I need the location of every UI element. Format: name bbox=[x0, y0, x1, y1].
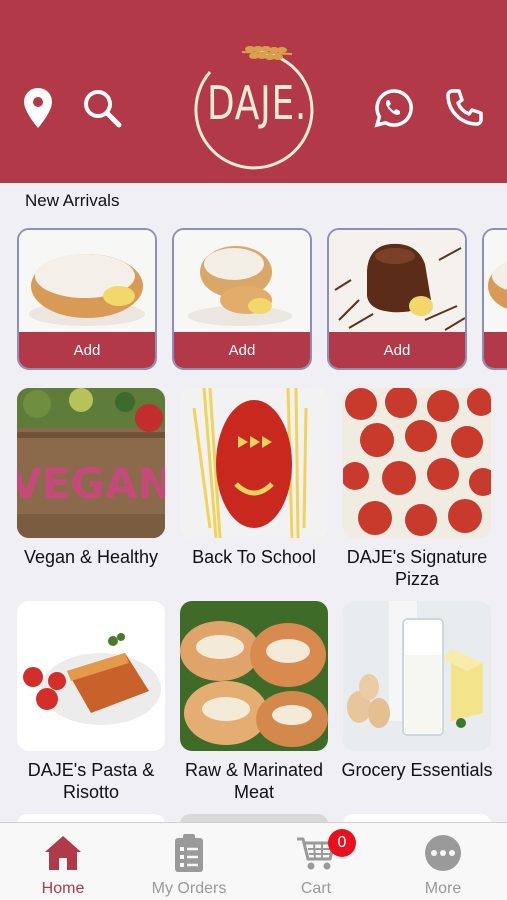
phone-icon bbox=[446, 89, 483, 126]
new-arrivals-title: New Arrivals bbox=[25, 191, 120, 210]
product-card[interactable]: Add bbox=[327, 228, 467, 370]
product-image bbox=[484, 230, 507, 334]
product-image bbox=[174, 230, 310, 334]
category-label: DAJE's Pasta & Risotto bbox=[27, 760, 155, 802]
category-raw-marinated-meat[interactable]: Raw & Marinated Meat bbox=[180, 601, 330, 802]
category-image bbox=[343, 601, 491, 751]
category-signature-pizza[interactable]: DAJE's Signature Pizza bbox=[343, 388, 493, 589]
new-arrivals-carousel[interactable]: Add Add Add bbox=[0, 226, 507, 372]
product-image bbox=[329, 230, 465, 334]
add-button[interactable]: Add bbox=[19, 332, 155, 368]
home-icon bbox=[43, 833, 83, 873]
category-image bbox=[180, 601, 328, 751]
location-pin-icon bbox=[24, 88, 52, 128]
category-grocery-essentials[interactable]: Grocery Essentials bbox=[341, 601, 493, 780]
category-image: VEGAN bbox=[17, 388, 165, 538]
tab-my-orders[interactable]: My Orders bbox=[126, 823, 252, 900]
category-label: DAJE's Signature Pizza bbox=[346, 547, 488, 589]
product-image bbox=[19, 230, 155, 334]
category-image bbox=[17, 601, 165, 751]
svg-text:VEGAN: VEGAN bbox=[17, 459, 165, 508]
category-label: Grocery Essentials bbox=[341, 760, 493, 780]
tab-label: More bbox=[424, 880, 462, 897]
add-button[interactable] bbox=[484, 332, 507, 368]
app-header: DAJE. bbox=[0, 0, 507, 183]
category-label: Back To School bbox=[192, 547, 316, 567]
tab-label: My Orders bbox=[151, 880, 227, 897]
tab-home[interactable]: Home bbox=[0, 823, 126, 900]
phone-button[interactable] bbox=[442, 86, 486, 130]
search-icon bbox=[84, 90, 122, 128]
logo-text: DAJE. bbox=[206, 76, 308, 130]
tab-cart[interactable]: 0 Cart bbox=[253, 823, 379, 900]
tab-label: Home bbox=[41, 880, 85, 897]
add-button[interactable]: Add bbox=[174, 332, 310, 368]
product-card[interactable] bbox=[482, 228, 507, 370]
tab-more[interactable]: More bbox=[380, 823, 506, 900]
bottom-tab-bar: Home My Orders 0 Cart More bbox=[0, 822, 507, 900]
tab-label: Cart bbox=[300, 880, 332, 897]
product-card[interactable]: Add bbox=[17, 228, 157, 370]
clipboard-icon bbox=[169, 833, 209, 873]
search-button[interactable] bbox=[80, 86, 124, 130]
location-button[interactable] bbox=[16, 86, 60, 130]
category-vegan-healthy[interactable]: VEGAN Vegan & Healthy bbox=[17, 388, 167, 567]
cart-count-badge: 0 bbox=[328, 829, 356, 857]
product-card[interactable]: Add bbox=[172, 228, 312, 370]
category-label: Vegan & Healthy bbox=[23, 547, 159, 567]
add-button[interactable]: Add bbox=[329, 332, 465, 368]
daje-logo: DAJE. bbox=[188, 46, 318, 170]
category-back-to-school[interactable]: Back To School bbox=[180, 388, 330, 567]
more-dots-icon bbox=[423, 833, 463, 873]
category-label: Raw & Marinated Meat bbox=[184, 760, 324, 802]
category-image bbox=[180, 388, 328, 538]
whatsapp-icon bbox=[374, 89, 413, 128]
whatsapp-button[interactable] bbox=[372, 86, 416, 130]
category-image bbox=[343, 388, 491, 538]
category-pasta-risotto[interactable]: DAJE's Pasta & Risotto bbox=[17, 601, 167, 802]
